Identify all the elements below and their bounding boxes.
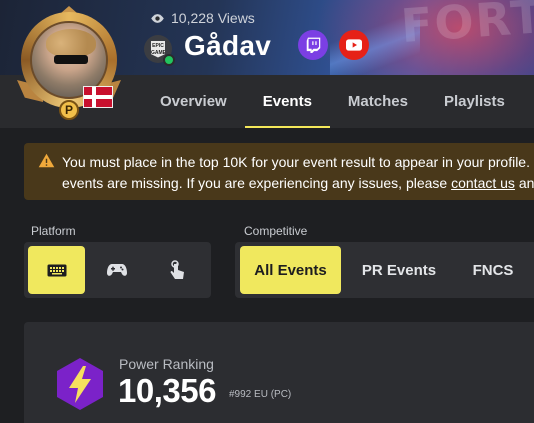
- twitch-icon: [306, 37, 320, 53]
- touch-icon: [170, 260, 184, 279]
- username: Gådav: [184, 30, 272, 61]
- fncs-button[interactable]: FNCS: [457, 246, 529, 294]
- power-ranking-rank: #992 EU (PC): [229, 389, 292, 400]
- power-ranking-value: 10,356: [118, 372, 216, 409]
- contact-us-link[interactable]: contact us: [451, 175, 515, 191]
- alert-line-1: You must place in the top 10K for your e…: [62, 154, 534, 170]
- alert-message: You must place in the top 10K for your e…: [62, 152, 534, 194]
- banner-artwork: FORT: [399, 0, 534, 53]
- lightning-icon: [57, 358, 103, 410]
- power-ranking-label: Power Ranking: [119, 356, 214, 372]
- competitive-filter: All Events PR Events FNCS: [235, 242, 534, 298]
- warning-icon: [38, 153, 55, 168]
- tab-events[interactable]: Events: [244, 75, 331, 128]
- keyboard-icon: [47, 264, 66, 276]
- platform-controller-button[interactable]: [88, 246, 145, 294]
- tab-overview[interactable]: Overview: [142, 75, 245, 128]
- event-notice-alert: You must place in the top 10K for your e…: [24, 143, 534, 200]
- pr-events-button[interactable]: PR Events: [347, 246, 451, 294]
- platform-filter: [24, 242, 211, 298]
- epic-games-badge[interactable]: EPIC GAMES: [144, 35, 175, 66]
- profile-tabs: Overview Events Matches Playlists: [142, 75, 523, 128]
- youtube-link[interactable]: [339, 30, 369, 60]
- views-text: 10,228 Views: [171, 10, 255, 26]
- view-count: 10,228 Views: [150, 10, 255, 26]
- profile-header: FORT P 10,228 Views EPIC GAMES Gådav Ove…: [0, 0, 534, 128]
- denmark-flag-icon: [83, 86, 113, 108]
- tier-badge-icon: P: [59, 100, 79, 120]
- eye-icon: [151, 13, 164, 23]
- alert-line-2: events are missing. If you are experienc…: [62, 175, 534, 191]
- avatar: P: [17, 6, 122, 121]
- verified-icon: [163, 54, 175, 66]
- tab-matches[interactable]: Matches: [330, 75, 426, 128]
- all-events-button[interactable]: All Events: [240, 246, 341, 294]
- epic-games-icon: EPIC GAMES: [151, 40, 170, 58]
- competitive-label: Competitive: [244, 224, 308, 238]
- platform-mobile-button[interactable]: [148, 246, 205, 294]
- gamepad-icon: [106, 264, 127, 276]
- youtube-icon: [346, 39, 362, 51]
- twitch-link[interactable]: [298, 30, 328, 60]
- platform-label: Platform: [31, 224, 76, 238]
- tab-playlists[interactable]: Playlists: [426, 75, 523, 128]
- platform-keyboard-button[interactable]: [28, 246, 85, 294]
